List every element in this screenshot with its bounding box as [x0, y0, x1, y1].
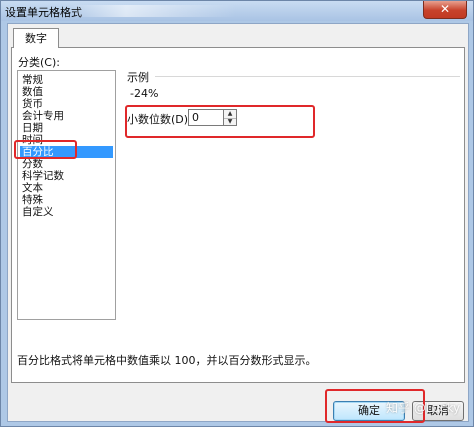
category-listbox[interactable]: 常规 数值 货币 会计专用 日期 时间 百分比 分数 科学记数 文本 特殊 自定…	[17, 70, 116, 320]
sample-group: 示例 -24%	[125, 70, 460, 106]
category-item-selected[interactable]: 百分比	[20, 146, 113, 158]
format-description: 百分比格式将单元格中数值乘以 100，并以百分数形式显示。	[17, 354, 317, 367]
tab-number[interactable]: 数字	[13, 28, 59, 48]
category-item[interactable]: 分数	[20, 158, 113, 170]
sample-label: 示例	[127, 71, 149, 84]
dialog-body: 数字 分类(C): 常规 数值 货币 会计专用 日期 时间 百分比 分数 科学记…	[7, 23, 469, 423]
category-item[interactable]: 文本	[20, 182, 113, 194]
category-item[interactable]: 常规	[20, 74, 113, 86]
decimal-places-label: 小数位数(D):	[127, 113, 192, 126]
category-item[interactable]: 日期	[20, 122, 113, 134]
category-item[interactable]: 科学记数	[20, 170, 113, 182]
spin-down-arrow-icon[interactable]: ▼	[224, 118, 236, 126]
title-bar[interactable]: 设置单元格格式 ✕	[1, 1, 473, 21]
cancel-button[interactable]: 取消	[412, 401, 464, 421]
category-label: 分类(C):	[18, 56, 60, 69]
category-item[interactable]: 货币	[20, 98, 113, 110]
category-item[interactable]: 自定义	[20, 206, 113, 218]
decimal-places-spinner[interactable]: ▲ ▼	[224, 109, 237, 126]
category-item[interactable]: 时间	[20, 134, 113, 146]
close-button[interactable]: ✕	[423, 1, 467, 19]
category-item[interactable]: 会计专用	[20, 110, 113, 122]
sample-divider	[155, 76, 460, 77]
ok-button[interactable]: 确定	[333, 401, 405, 421]
category-item[interactable]: 数值	[20, 86, 113, 98]
number-tab-panel: 分类(C): 常规 数值 货币 会计专用 日期 时间 百分比 分数 科学记数 文…	[11, 47, 465, 383]
format-cells-dialog: 设置单元格格式 ✕ 数字 分类(C): 常规 数值 货币 会计专用 日期 时间 …	[0, 0, 474, 427]
category-item[interactable]: 特殊	[20, 194, 113, 206]
decimal-places-input[interactable]: 0	[188, 109, 224, 126]
close-icon: ✕	[439, 2, 451, 16]
sample-value: -24%	[130, 87, 159, 100]
blurred-title-area	[71, 5, 236, 17]
